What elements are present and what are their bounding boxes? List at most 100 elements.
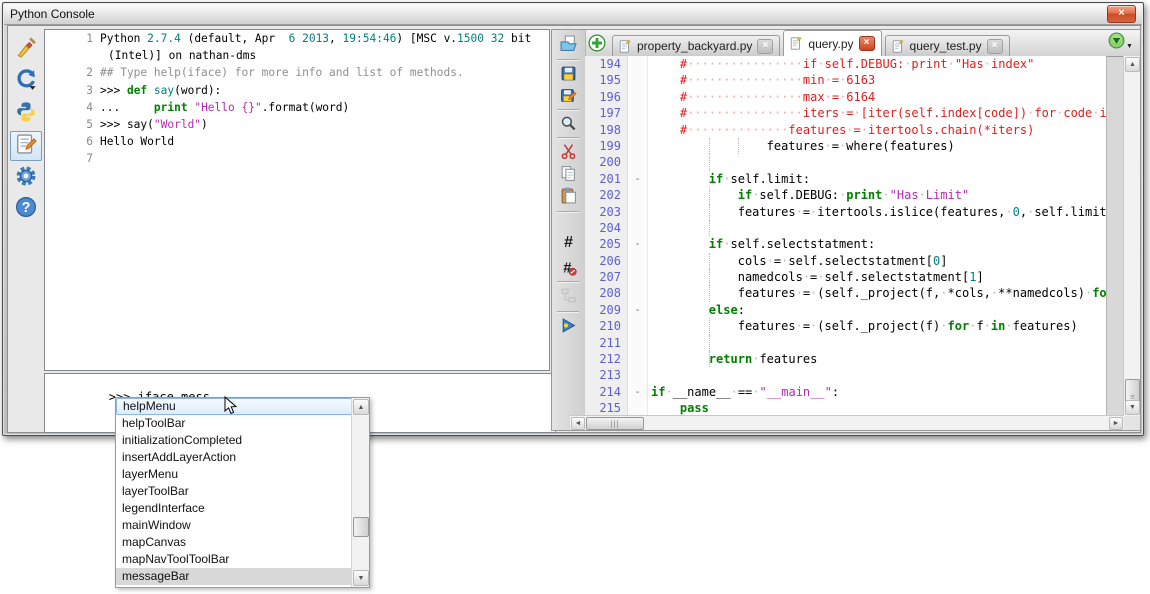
svg-text:?: ? [22,199,31,215]
scroll-down-icon[interactable]: ▼ [1125,400,1140,415]
toolbar-separator [557,109,579,110]
indent-guide [709,138,710,154]
run-script-button[interactable] [556,317,581,338]
code-line: 194 #················if·self.DEBUG:·prin… [585,56,1106,72]
autocomplete-item-helpToolBar[interactable]: helpToolBar [116,415,352,432]
fold-margin [628,187,648,203]
comment-code-button[interactable]: # [556,233,581,254]
line-number: 209 [585,302,628,318]
fold-marker[interactable]: - [628,384,648,400]
save-script-button[interactable] [556,65,581,86]
scroll-right-icon[interactable]: ► [1109,417,1123,430]
autocomplete-item-layerToolBar[interactable]: layerToolBar [116,483,352,500]
indent-guide [709,187,710,203]
line-number: 198 [585,122,628,138]
line-number: 206 [585,253,628,269]
code-editor[interactable]: 194 #················if·self.DEBUG:·prin… [585,56,1107,416]
settings-button[interactable] [10,163,42,193]
tab-query_test.py[interactable]: query_test.py× [885,35,1010,56]
toolbar-separator [557,59,579,60]
line-number: 204 [585,220,628,236]
code-line: 204 [585,220,1106,236]
tab-property_backyard.py[interactable]: property_backyard.py× [612,35,780,56]
hscroll-thumb[interactable]: ||| [586,417,644,430]
line-number: 200 [585,154,628,170]
find-text-button[interactable] [556,115,581,136]
line-number: 210 [585,318,628,334]
tab-close-icon[interactable]: × [757,39,773,54]
autocomplete-scroll-thumb[interactable] [353,517,369,537]
open-script-button[interactable] [556,35,581,56]
indent-guide [709,220,710,236]
run-command-button[interactable] [10,99,42,129]
scroll-down-icon[interactable]: ▼ [353,570,369,586]
object-inspector-icon [560,287,577,309]
import-class-button[interactable] [10,66,42,96]
scroll-up-icon[interactable]: ▲ [353,399,369,415]
line-number: 214 [585,384,628,400]
paste-button[interactable] [556,187,581,208]
fold-margin [628,335,648,351]
uncomment-code-button[interactable]: # [556,259,581,280]
autocomplete-item-messageBar[interactable]: messageBar [116,568,352,585]
scroll-up-icon[interactable]: ▲ [1125,57,1140,72]
autocomplete-item-initializationCompleted[interactable]: initializationCompleted [116,432,352,449]
line-number: 203 [585,204,628,220]
help-button[interactable]: ? [10,194,42,224]
tab-close-icon[interactable]: × [987,39,1003,54]
code-line: 210 features·=·(self._project(f)·for·f·i… [585,318,1106,334]
close-button[interactable]: × [1107,5,1136,23]
autocomplete-list: helpMenuhelpToolBarinitializationComplet… [116,398,369,585]
copy-icon [560,165,577,187]
line-number: 205 [585,236,628,252]
new-tab-button[interactable] [588,34,606,52]
toolbar-separator [557,137,579,138]
line-number: 202 [585,187,628,203]
indent-guide [709,318,710,334]
editor-vertical-scrollbar[interactable]: ▲ ≡ ▼ [1123,56,1140,416]
show-editor-button[interactable] [10,131,42,161]
console-line: 6Hello World [45,133,549,150]
clear-console-button[interactable] [10,35,42,65]
fold-marker[interactable]: - [628,171,648,187]
cut-button[interactable] [556,143,581,164]
fold-marker[interactable]: - [628,302,648,318]
fold-marker[interactable]: - [628,236,648,252]
code-line: 215 pass [585,400,1106,416]
autocomplete-item-layerMenu[interactable]: layerMenu [116,466,352,483]
fold-margin [628,72,648,88]
code-line: 211 [585,335,1106,351]
tab-query.py[interactable]: query.py× [783,30,881,56]
toolbar-separator [557,281,579,282]
editor-panel: # # property_backyard.py×query.py×query_t… [551,29,1141,431]
autocomplete-item-mapNavToolToolBar[interactable]: mapNavToolToolBar [116,551,352,568]
autocomplete-item-insertAddLayerAction[interactable]: insertAddLayerAction [116,449,352,466]
code-line: 207 namedcols·=·self.selectstatment[1] [585,269,1106,285]
autocomplete-item-mainWindow[interactable]: mainWindow [116,517,352,534]
autocomplete-item-mapCanvas[interactable]: mapCanvas [116,534,352,551]
indent-guide [709,253,710,269]
line-number: 194 [585,56,628,72]
fold-margin [628,367,648,383]
run-script-icon [560,317,577,339]
scroll-left-icon[interactable]: ◄ [571,417,585,430]
save-script-icon [560,65,577,87]
copy-button[interactable] [556,165,581,186]
toolbar-separator [557,211,579,212]
save-as-script-button[interactable] [556,87,581,108]
fold-margin [628,89,648,105]
autocomplete-item-legendInterface[interactable]: legendInterface [116,500,352,517]
fold-margin [628,220,648,236]
tab-close-icon[interactable]: × [859,36,875,51]
help-icon: ? [15,196,37,223]
title-bar[interactable]: Python Console × [4,4,1142,25]
console-output[interactable]: 1Python 2.7.4 (default, Apr 6 2013, 19:5… [44,29,550,371]
autocomplete-scrollbar[interactable]: ▲ ▼ [351,398,369,587]
indent-guide [709,269,710,285]
tab-list-button[interactable]: ▼ [1108,34,1134,52]
show-editor-icon [15,133,37,160]
indent-guide [709,285,710,301]
code-line: 196 #················max·=·6164 [585,89,1106,105]
indent-guide [709,335,710,351]
editor-horizontal-scrollbar[interactable]: ◄ ||| ► [570,415,1124,430]
